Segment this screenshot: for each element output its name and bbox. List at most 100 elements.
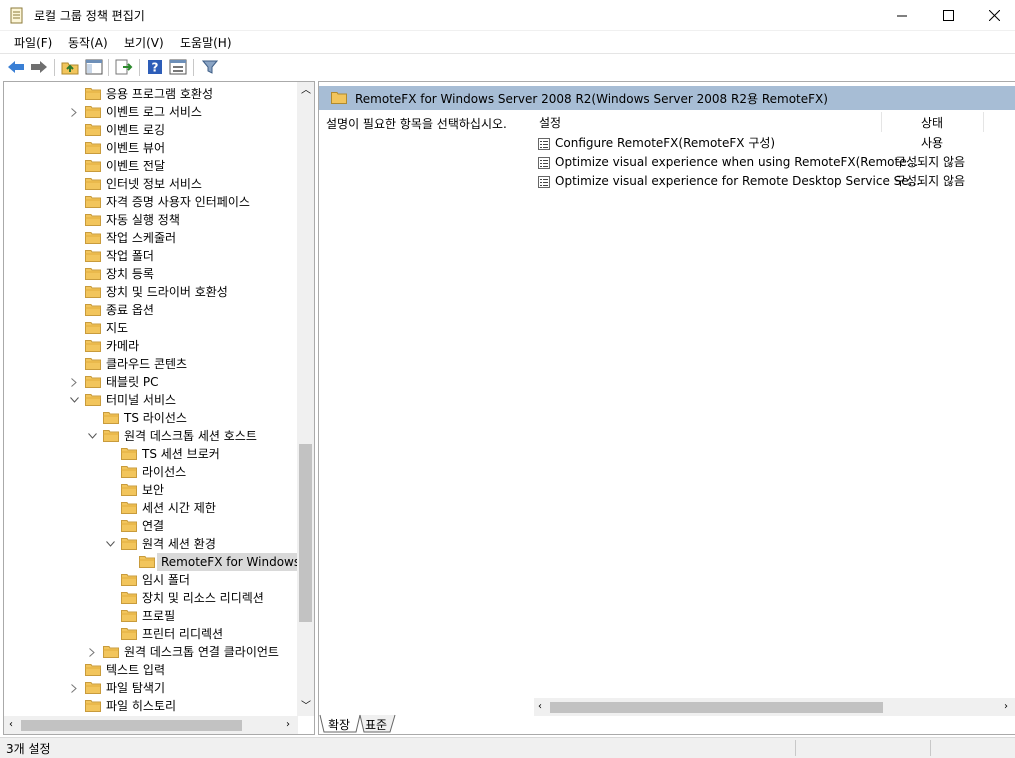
show-hide-tree-button[interactable] [84, 57, 104, 77]
tree-item[interactable]: 라이선스 [4, 463, 297, 481]
scroll-right-icon[interactable]: › [286, 719, 290, 730]
menu-file[interactable]: 파일(F) [14, 34, 52, 51]
back-button[interactable] [6, 57, 26, 77]
tree-item[interactable]: 연결 [4, 517, 297, 535]
toolbar-separator [139, 59, 140, 76]
close-button[interactable] [971, 0, 1015, 31]
tree-item[interactable]: 클라우드 콘텐츠 [4, 355, 297, 373]
folder-icon [121, 466, 137, 478]
chevron-right-icon[interactable] [69, 373, 79, 391]
column-header-state[interactable]: 상태 [921, 114, 943, 131]
tree-item-label: 인터넷 정보 서비스 [106, 177, 202, 191]
folder-icon [85, 124, 101, 136]
folder-icon [85, 250, 101, 262]
setting-row[interactable]: Optimize visual experience when using Re… [536, 153, 986, 172]
tree-item[interactable]: 이벤트 뷰어 [4, 139, 297, 157]
tree-item[interactable]: 원격 세션 환경 [4, 535, 297, 553]
tree-item[interactable]: 자격 증명 사용자 인터페이스 [4, 193, 297, 211]
setting-row[interactable]: Optimize visual experience for Remote De… [536, 172, 986, 191]
tree-item[interactable]: TS 라이선스 [4, 409, 297, 427]
tree-item[interactable]: 태블릿 PC [4, 373, 297, 391]
scrollbar-thumb[interactable] [299, 444, 312, 622]
scrollbar-thumb[interactable] [550, 702, 883, 713]
chevron-down-icon[interactable] [105, 535, 115, 553]
tree-item[interactable]: 응용 프로그램 호환성 [4, 85, 297, 103]
chevron-right-icon[interactable] [69, 103, 79, 121]
up-folder-button[interactable] [60, 57, 80, 77]
tree-item-label: 파일 히스토리 [106, 699, 177, 713]
tree-item[interactable]: 지도 [4, 319, 297, 337]
minimize-button[interactable] [879, 0, 925, 31]
menu-view[interactable]: 보기(V) [124, 34, 164, 51]
tree-vertical-scrollbar[interactable]: ︿ ﹀ [297, 82, 314, 716]
tree-horizontal-scrollbar[interactable]: ‹ › [4, 716, 298, 734]
menu-bar: 파일(F) 동작(A) 보기(V) 도움말(H) [0, 31, 1015, 53]
tree-item[interactable]: 터미널 서비스 [4, 391, 297, 409]
tree-item-label: 이벤트 전달 [106, 159, 166, 173]
tree-item[interactable]: 작업 스케줄러 [4, 229, 297, 247]
tree-item-label: 장치 등록 [106, 267, 154, 281]
tree-item[interactable]: 원격 데스크톱 연결 클라이언트 [4, 643, 297, 661]
maximize-button[interactable] [925, 0, 971, 31]
menu-help[interactable]: 도움말(H) [180, 34, 232, 51]
folder-icon [85, 196, 101, 208]
folder-icon [85, 304, 101, 316]
details-horizontal-scrollbar[interactable]: ‹ › [534, 698, 1015, 716]
close-icon [988, 10, 1000, 21]
chevron-down-icon[interactable] [69, 391, 79, 409]
scroll-up-icon[interactable]: ︿ [301, 86, 311, 96]
tree-item[interactable]: 보안 [4, 481, 297, 499]
help-button[interactable]: ? [145, 57, 165, 77]
column-divider [881, 112, 882, 132]
scroll-down-icon[interactable]: ﹀ [301, 702, 311, 712]
folder-icon [121, 520, 137, 532]
tree-item-label: 파일 탐색기 [106, 681, 166, 695]
chevron-right-icon[interactable] [87, 643, 97, 661]
tree-pane[interactable]: 응용 프로그램 호환성 이벤트 로그 서비스 이벤트 로깅 이벤트 뷰어이벤트 전달인… [3, 81, 315, 735]
tree-item[interactable]: 세션 시간 제한 [4, 499, 297, 517]
policy-setting-icon [538, 138, 550, 150]
tree-item[interactable]: TS 세션 브로커 [4, 445, 297, 463]
scroll-right-icon[interactable]: › [1004, 701, 1008, 712]
setting-row[interactable]: Configure RemoteFX(RemoteFX 구성) 사용 [536, 134, 986, 153]
tree-item[interactable]: 장치 및 리소스 리디렉션 [4, 589, 297, 607]
scrollbar-thumb[interactable] [21, 720, 242, 731]
filter-button[interactable] [200, 57, 220, 77]
tree-item[interactable]: RemoteFX for Windows S [4, 553, 297, 571]
tree-item[interactable]: 장치 등록 [4, 265, 297, 283]
tab-standard[interactable]: 표준 [365, 716, 387, 733]
tree-item-label: 장치 및 드라이버 호환성 [106, 285, 228, 299]
tree-item[interactable]: 프로필 [4, 607, 297, 625]
chevron-right-icon[interactable] [69, 679, 79, 697]
tree-item-label: 원격 세션 환경 [142, 537, 216, 551]
menu-action[interactable]: 동작(A) [68, 34, 108, 51]
tree-item[interactable]: 이벤트 로깅 [4, 121, 297, 139]
tree-item[interactable]: 인터넷 정보 서비스 [4, 175, 297, 193]
properties-view-button[interactable] [168, 57, 188, 77]
tree-item[interactable]: 이벤트 전달 [4, 157, 297, 175]
tree-item[interactable]: 프린터 리디렉션 [4, 625, 297, 643]
tree-item[interactable]: 장치 및 드라이버 호환성 [4, 283, 297, 301]
tree-item[interactable]: 종료 옵션 [4, 301, 297, 319]
tab-extended[interactable]: 확장 [328, 716, 350, 733]
tree-item[interactable]: 파일 히스토리 [4, 697, 297, 715]
tree-item[interactable]: 작업 폴더 [4, 247, 297, 265]
tree-item[interactable]: 자동 실행 정책 [4, 211, 297, 229]
view-tabs: 확장 표준 [318, 714, 518, 736]
tree-item[interactable]: 카메라 [4, 337, 297, 355]
tree-item[interactable]: 임시 폴더 [4, 571, 297, 589]
export-list-button[interactable] [114, 57, 134, 77]
folder-icon [121, 592, 137, 604]
scroll-left-icon[interactable]: ‹ [9, 719, 13, 730]
show-hide-tree-icon [85, 59, 103, 75]
forward-button[interactable] [29, 57, 49, 77]
tree-item-label: 태블릿 PC [106, 375, 159, 389]
column-header-setting[interactable]: 설정 [539, 114, 561, 131]
tree-item[interactable]: 이벤트 로그 서비스 [4, 103, 297, 121]
export-list-icon [115, 59, 133, 75]
tree-item[interactable]: 텍스트 입력 [4, 661, 297, 679]
scroll-left-icon[interactable]: ‹ [538, 701, 542, 712]
chevron-down-icon[interactable] [87, 427, 97, 445]
tree-item[interactable]: 원격 데스크톱 세션 호스트 [4, 427, 297, 445]
tree-item[interactable]: 파일 탐색기 [4, 679, 297, 697]
